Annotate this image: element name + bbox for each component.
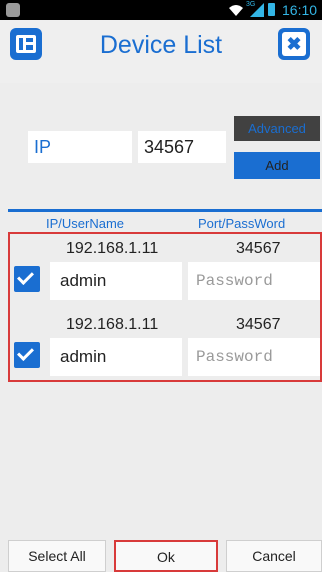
divider (8, 209, 322, 212)
advanced-button[interactable]: Advanced (234, 116, 320, 141)
status-time: 16:10 (282, 2, 318, 18)
device-row: 192.168.1.11 34567 (10, 310, 320, 384)
device-checkbox[interactable] (14, 266, 40, 292)
username-field[interactable] (50, 338, 182, 376)
device-ip: 192.168.1.11 (66, 240, 159, 257)
password-field[interactable] (188, 262, 320, 300)
port-input[interactable] (138, 131, 226, 163)
password-field[interactable] (188, 338, 320, 376)
column-header-ip-username: IP/UserName (46, 216, 125, 231)
column-header-port-password: Port/PassWord (198, 216, 286, 231)
cancel-button[interactable]: Cancel (226, 540, 322, 572)
device-row: 192.168.1.11 34567 (10, 234, 320, 308)
username-field[interactable] (50, 262, 182, 300)
page-title: Device List (99, 31, 223, 59)
device-list: 192.168.1.11 34567 192.168.1.11 34567 (8, 232, 322, 382)
signal-icon (250, 3, 264, 17)
wifi-icon (229, 5, 243, 16)
ip-input[interactable] (28, 131, 132, 163)
device-checkbox[interactable] (14, 342, 40, 368)
ok-button[interactable]: Ok (114, 540, 218, 572)
close-icon: ✖ (282, 32, 306, 56)
check-icon (17, 344, 34, 361)
close-button[interactable]: ✖ (278, 28, 310, 60)
check-icon (17, 268, 34, 285)
device-ip: 192.168.1.11 (66, 316, 159, 333)
device-port: 34567 (236, 240, 281, 257)
app-notification-icon (6, 3, 20, 17)
add-button[interactable]: Add (234, 152, 320, 179)
battery-icon (268, 3, 275, 16)
bottom-bar: Select All Ok Cancel (0, 540, 322, 572)
status-bar: 3G 16:10 (0, 0, 322, 20)
device-port: 34567 (236, 316, 281, 333)
select-all-button[interactable]: Select All (8, 540, 106, 572)
